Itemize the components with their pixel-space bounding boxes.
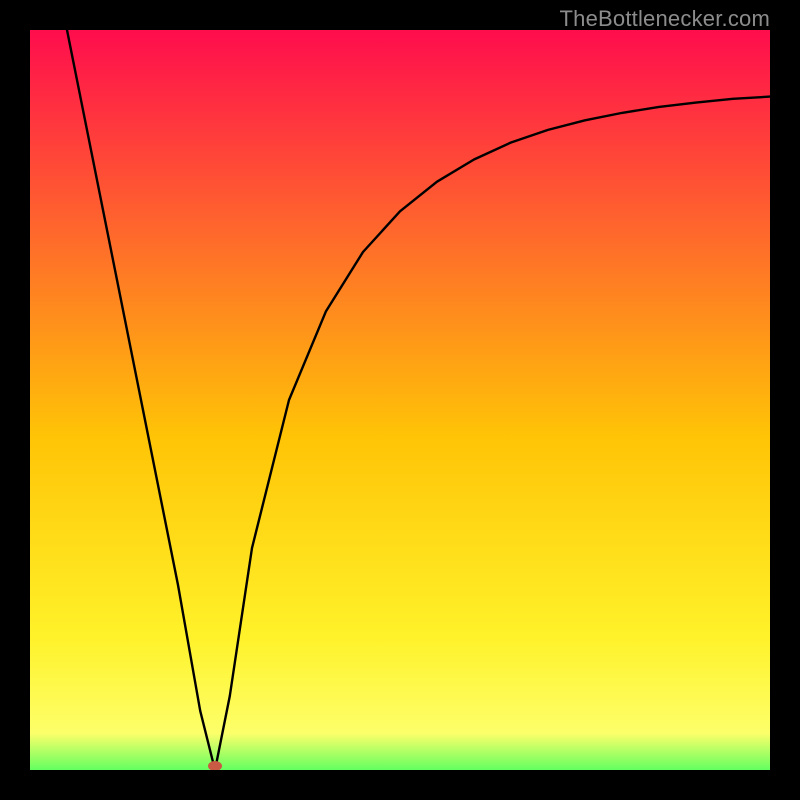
chart-frame	[30, 30, 770, 770]
watermark-text: TheBottlenecker.com	[560, 6, 770, 32]
bottleneck-chart	[30, 30, 770, 770]
